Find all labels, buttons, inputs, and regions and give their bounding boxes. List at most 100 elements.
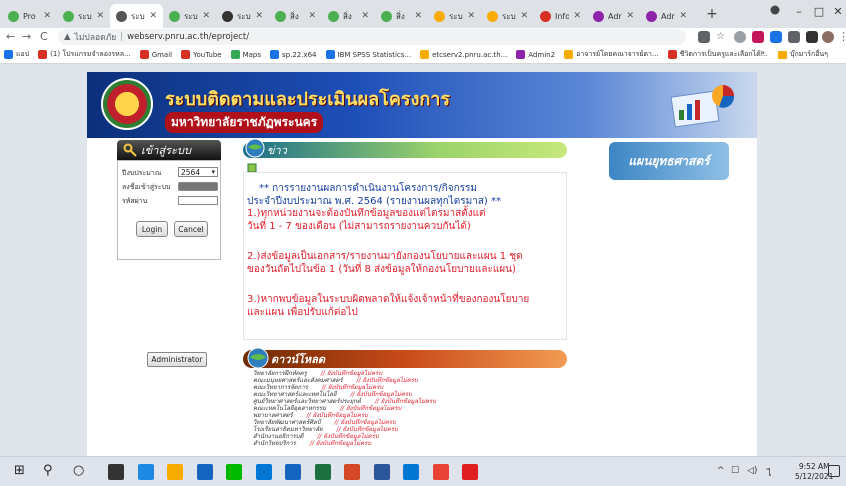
settings-icon[interactable] [403, 464, 419, 480]
drive-icon [487, 10, 498, 22]
download-list-item[interactable]: วิทยาลัยการฝึกหัดครู // ยังบันทึกข้อมูลไม… [253, 370, 563, 377]
download-list-item[interactable]: คณะมนุษยศาสตร์และสังคมศาสตร์ // ยังบันทึก… [253, 377, 563, 384]
line-icon[interactable] [226, 464, 242, 480]
browser-tab[interactable]: ระบ ✕ [110, 4, 163, 28]
close-tab-icon[interactable]: ✕ [626, 11, 634, 21]
download-list-item[interactable]: ศูนย์วิทยาศาสตร์และวิทยาศาสตร์ประยุกต์ //… [253, 398, 563, 405]
download-list-item[interactable]: พยาบาลศาสตร์ // ยังบันทึกข้อมูลไม่ครบ [253, 412, 563, 419]
bookmark-item[interactable]: IBM SPSS Statistics... [325, 50, 411, 59]
close-window-button[interactable]: ✕ [829, 5, 846, 18]
browser-tab[interactable]: สิ่ง ✕ [322, 4, 375, 28]
bookmark-item[interactable]: แอป [4, 49, 29, 60]
browser-tab[interactable]: สิ่ง ✕ [375, 4, 428, 28]
reload-icon[interactable]: C [40, 30, 48, 43]
edge-icon[interactable] [137, 464, 154, 480]
cortana-icon[interactable]: ○ [73, 463, 84, 478]
close-tab-icon[interactable]: ✕ [255, 11, 263, 21]
close-tab-icon[interactable]: ✕ [308, 11, 316, 21]
browser-tab[interactable]: Pro ✕ [2, 4, 57, 28]
password-field[interactable] [178, 196, 218, 205]
bookmark-item[interactable]: sp.22.x64 [270, 50, 317, 59]
translate-extension-icon[interactable] [770, 31, 782, 43]
bookmark-item[interactable]: (1) โปรแกรมจำลองรหล... [38, 49, 131, 60]
bookmark-item[interactable]: YouTube [181, 50, 222, 59]
bookmarks-overflow-button[interactable]: » [760, 48, 765, 57]
shield-extension-icon[interactable] [752, 31, 764, 43]
warning-icon[interactable]: ▲ [64, 32, 71, 42]
back-arrow-icon[interactable]: ← [6, 30, 15, 43]
close-tab-icon[interactable]: ✕ [679, 11, 687, 21]
notification-icon[interactable] [828, 465, 840, 477]
browser-tab[interactable]: ระบ ✕ [163, 4, 216, 28]
download-list-item[interactable]: คณะวิทยาการจัดการ // ยังบันทึกข้อมูลไม่คร… [253, 384, 563, 391]
mail-icon[interactable] [255, 464, 272, 480]
security-label[interactable]: ไม่ปลอดภัย [75, 30, 117, 44]
download-list-item[interactable]: คณะวิทยาศาสตร์และเทคโนโลยี // ยังบันทึกข้… [253, 391, 563, 398]
new-tab-button[interactable]: + [704, 6, 720, 22]
store-icon[interactable] [196, 464, 213, 480]
year-select[interactable]: 2564 ▾ [178, 167, 218, 177]
close-tab-icon[interactable]: ✕ [573, 11, 581, 21]
word-icon[interactable] [373, 464, 390, 480]
login-button[interactable]: Login [136, 221, 168, 237]
audio-extension-icon[interactable] [788, 31, 800, 43]
url-text[interactable]: webserv.pnru.ac.th/eproject/ [127, 32, 249, 42]
close-tab-icon[interactable]: ✕ [467, 11, 475, 21]
administrator-button[interactable]: Administrator [147, 352, 207, 367]
file-explorer-icon[interactable] [167, 464, 183, 480]
powerpoint-icon[interactable] [344, 464, 360, 480]
close-tab-icon[interactable]: ✕ [149, 11, 157, 21]
maximize-button[interactable]: □ [810, 5, 828, 18]
download-list-item[interactable]: สำนักงานอธิการบดี // ยังบันทึกข้อมูลไม่คร… [253, 433, 563, 440]
puzzle-extension-icon[interactable] [806, 31, 818, 43]
download-list-item[interactable]: วิทยาลัยพัฒนาศาสตร์ศิลป์ // ยังบันทึกข้อม… [253, 419, 563, 426]
bookmark-item[interactable]: Gmail [139, 50, 172, 59]
network-icon[interactable]: ☐ [731, 466, 739, 476]
language-icon[interactable]: ไ [767, 466, 772, 480]
download-list-item[interactable]: คณะเทคโนโลยีอุตสาหกรรม // ยังบันทึกข้อมูล… [253, 405, 563, 412]
browser-tab[interactable]: Info ✕ [534, 4, 587, 28]
browser-tab[interactable]: ระบ ✕ [216, 4, 269, 28]
bookmark-item[interactable]: Maps [230, 50, 261, 59]
minimize-button[interactable]: – [790, 5, 808, 18]
chrome-profile-icon[interactable] [766, 5, 784, 18]
close-tab-icon[interactable]: ✕ [43, 11, 51, 21]
strategy-plan-link[interactable]: แผนยุทธศาสตร์ [609, 142, 729, 180]
more-menu-icon[interactable]: ⋮ [838, 30, 846, 43]
star-icon[interactable]: ☆ [716, 31, 728, 43]
close-tab-icon[interactable]: ✕ [202, 11, 210, 21]
bookmark-item[interactable]: Admin2 [516, 50, 555, 59]
extension-icon[interactable] [734, 31, 746, 43]
download-list-item[interactable]: โรงเรียนสาธิตมหาวิทยาลัย // ยังบันทึกข้อม… [253, 426, 563, 433]
monitor-icon[interactable] [285, 464, 301, 480]
close-tab-icon[interactable]: ✕ [414, 11, 422, 21]
download-list-item[interactable]: สำนักวิทยบริการ // ยังบันทึกข้อมูลไม่ครบ [253, 440, 563, 447]
profile-avatar[interactable] [822, 31, 834, 43]
address-bar[interactable]: ▲ ไม่ปลอดภัย | webserv.pnru.ac.th/eproje… [58, 29, 686, 45]
browser-tab[interactable]: Adr ✕ [587, 4, 640, 28]
volume-icon[interactable]: ◁) [747, 466, 757, 476]
browser-tab[interactable]: สิ่ง ✕ [269, 4, 322, 28]
search-icon[interactable]: ⚲ [43, 463, 53, 478]
bookmark-item[interactable]: ชีวิตการเป็นครูและเลือกได้... [667, 49, 767, 60]
username-field[interactable] [178, 182, 218, 191]
close-tab-icon[interactable]: ✕ [361, 11, 369, 21]
excel-icon[interactable] [314, 464, 331, 480]
close-tab-icon[interactable]: ✕ [520, 11, 528, 21]
show-hidden-icons[interactable]: ^ [717, 466, 725, 476]
browser-tab[interactable]: ระบ ✕ [481, 4, 534, 28]
cancel-button[interactable]: Cancel [174, 221, 208, 237]
chrome-icon[interactable] [432, 464, 449, 480]
acrobat-icon[interactable] [462, 464, 478, 480]
browser-tab[interactable]: ระบบ ✕ [57, 4, 110, 28]
close-tab-icon[interactable]: ✕ [96, 11, 104, 21]
task-view-icon[interactable] [108, 464, 124, 480]
forward-arrow-icon[interactable]: → [22, 30, 31, 43]
other-bookmarks-folder[interactable]: บุ๊กมาร์กอื่นๆ [778, 49, 828, 60]
browser-tab[interactable]: ระบ ✕ [428, 4, 481, 28]
bookmark-item[interactable]: etcserv2.pnru.ac.th... [420, 50, 507, 59]
key-icon[interactable] [698, 31, 710, 43]
browser-tab[interactable]: Adr ✕ [640, 4, 693, 28]
windows-start-icon[interactable]: ⊞ [14, 463, 25, 478]
bookmark-item[interactable]: อาจารย์โดยคณาจารย์ดา... [564, 49, 659, 60]
